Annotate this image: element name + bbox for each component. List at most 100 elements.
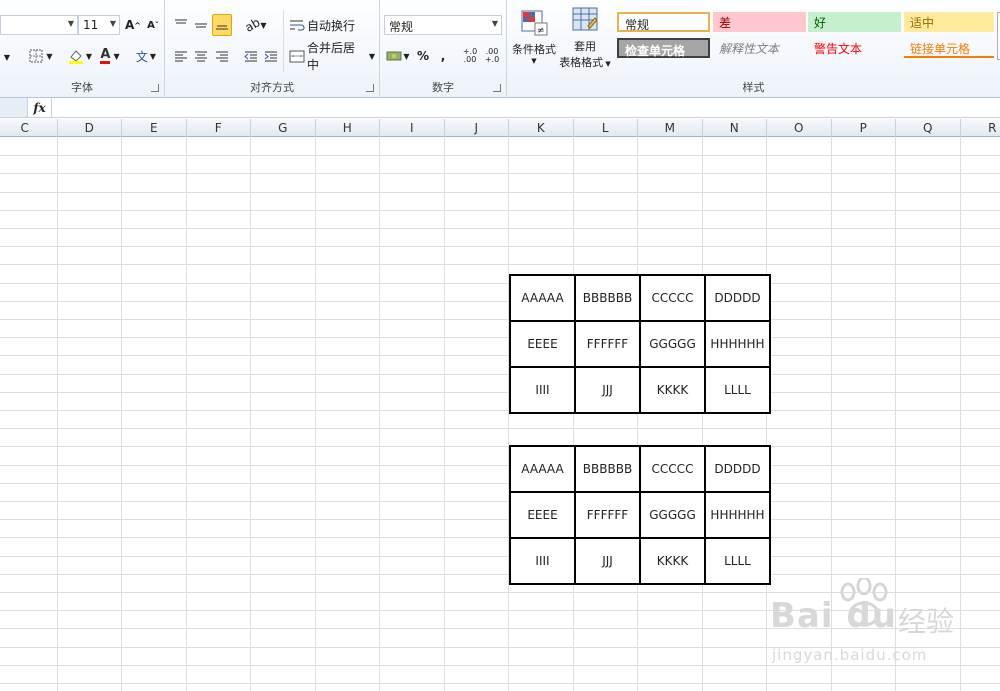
column-headers: CDEFGHIJKLMNOPQR	[0, 119, 1000, 137]
column-header-e[interactable]: E	[122, 119, 187, 137]
column-header-r[interactable]: R	[961, 119, 1000, 137]
table-cell[interactable]: HHHHHH	[704, 320, 771, 368]
column-header-n[interactable]: N	[703, 119, 767, 137]
grid-row-line	[0, 283, 1000, 284]
style-check-cell[interactable]: 检查单元格	[617, 38, 710, 58]
align-left-button[interactable]	[171, 46, 191, 66]
table-cell[interactable]: LLLL	[704, 537, 771, 585]
table-cell[interactable]: FFFFFF	[574, 320, 641, 368]
column-header-q[interactable]: Q	[896, 119, 961, 137]
dialog-launcher-icon[interactable]: .	[366, 84, 374, 92]
watermark-cn: 经验	[898, 605, 955, 638]
column-header-h[interactable]: H	[316, 119, 380, 137]
table-cell[interactable]: DDDDD	[704, 274, 771, 322]
grid-row-line	[0, 519, 1000, 520]
decrease-indent-icon	[244, 51, 257, 62]
font-size-combo[interactable]: 11 ▼	[78, 15, 120, 35]
grid-row-line	[0, 173, 1000, 174]
column-header-c[interactable]: C	[0, 119, 58, 137]
column-header-g[interactable]: G	[251, 119, 316, 137]
align-right-button[interactable]	[212, 46, 232, 66]
table-cell[interactable]: KKKK	[639, 366, 706, 414]
column-header-d[interactable]: D	[58, 119, 122, 137]
column-header-j[interactable]: J	[445, 119, 509, 137]
wrap-text-button[interactable]: 自动换行	[289, 14, 361, 36]
column-header-f[interactable]: F	[187, 119, 251, 137]
increase-indent-button[interactable]	[261, 46, 281, 66]
style-explanatory[interactable]: 解释性文本	[713, 38, 806, 58]
table-cell[interactable]: JJJ	[574, 537, 641, 585]
decrease-indent-button[interactable]	[241, 46, 261, 66]
percent-button[interactable]: %	[414, 46, 432, 66]
table-cell[interactable]: IIII	[509, 366, 576, 414]
comma-button[interactable]: ,	[436, 46, 450, 66]
table-cell[interactable]: KKKK	[639, 537, 706, 585]
decrease-decimal-button[interactable]: .00 +.0	[482, 46, 502, 66]
align-top-button[interactable]	[171, 14, 191, 36]
name-box[interactable]	[0, 98, 28, 117]
column-header-m[interactable]: M	[638, 119, 703, 137]
increase-decimal-button[interactable]: +.0 .00	[460, 46, 480, 66]
font-name-combo[interactable]: ▼	[0, 15, 78, 35]
fill-color-button[interactable]: ▼	[66, 46, 94, 66]
formula-input[interactable]	[52, 98, 1000, 117]
orientation-button[interactable]: ab ▼	[243, 14, 269, 36]
border-button[interactable]: ▼	[26, 46, 56, 66]
table-cell[interactable]: JJJ	[574, 366, 641, 414]
grid-column-line	[56, 137, 58, 691]
dialog-launcher-icon[interactable]: .	[493, 84, 501, 92]
insert-function-button[interactable]: fx	[28, 98, 52, 117]
table-cell[interactable]: BBBBBB	[574, 274, 641, 322]
table-cell[interactable]: HHHHHH	[704, 491, 771, 539]
styles-group: ≠ 条件格式 ▼ 套用 表格格式 ▼ 常规 差 好 适中 检查单元格 解释性文本…	[507, 0, 1000, 98]
grid-row-line	[0, 574, 1000, 575]
merge-center-button[interactable]: 合并后居中 ▼	[289, 41, 375, 72]
number-format-combo[interactable]: 常规 ▼	[384, 15, 502, 35]
shrink-font-button[interactable]: Aˇ	[144, 15, 162, 35]
align-middle-button[interactable]	[191, 14, 211, 36]
grid-column-line	[637, 137, 638, 691]
align-left-icon	[175, 51, 187, 62]
table-cell[interactable]: DDDDD	[704, 445, 771, 493]
align-bottom-button[interactable]	[212, 14, 232, 36]
dialog-launcher-icon[interactable]: .	[151, 84, 159, 92]
column-header-l[interactable]: L	[574, 119, 638, 137]
phonetic-button[interactable]: 文 ▼	[132, 46, 160, 66]
style-normal[interactable]: 常规	[617, 12, 710, 32]
table-cell[interactable]: EEEE	[509, 491, 576, 539]
align-center-button[interactable]	[191, 46, 211, 66]
table-cell[interactable]: EEEE	[509, 320, 576, 368]
table-cell[interactable]: FFFFFF	[574, 491, 641, 539]
table-cell[interactable]: AAAAA	[509, 274, 576, 322]
styles-group-label: 样式	[742, 81, 765, 94]
watermark-brand: Bai du	[770, 596, 897, 636]
column-header-i[interactable]: I	[380, 119, 445, 137]
style-warning[interactable]: 警告文本	[808, 38, 901, 58]
table-cell[interactable]: GGGGG	[639, 491, 706, 539]
style-bad[interactable]: 差	[713, 12, 806, 32]
table-cell[interactable]: LLLL	[704, 366, 771, 414]
style-good[interactable]: 好	[808, 12, 901, 32]
format-as-table-button[interactable]: 套用 表格格式 ▼	[559, 6, 611, 70]
increase-indent-icon	[264, 51, 277, 62]
font-color-icon: A	[100, 46, 111, 64]
accounting-format-button[interactable]: ▼	[384, 46, 412, 66]
font-color-button[interactable]: A ▼	[96, 46, 124, 66]
grid-row-line	[0, 537, 1000, 538]
table-cell[interactable]: CCCCC	[639, 445, 706, 493]
conditional-format-button[interactable]: ≠ 条件格式 ▼	[509, 6, 559, 68]
column-header-p[interactable]: P	[832, 119, 896, 137]
chevron-down-icon[interactable]: ▼	[2, 48, 12, 66]
column-header-k[interactable]: K	[509, 119, 574, 137]
style-neutral[interactable]: 适中	[904, 12, 994, 32]
column-header-o[interactable]: O	[767, 119, 832, 137]
table-cell[interactable]: CCCCC	[639, 274, 706, 322]
grow-font-button[interactable]: A ^	[124, 15, 142, 35]
table-cell[interactable]: BBBBBB	[574, 445, 641, 493]
grid-row-line	[0, 683, 1000, 684]
style-linked-cell[interactable]: 链接单元格	[904, 38, 994, 58]
grid-column-line	[443, 137, 445, 691]
table-cell[interactable]: AAAAA	[509, 445, 576, 493]
table-cell[interactable]: IIII	[509, 537, 576, 585]
table-cell[interactable]: GGGGG	[639, 320, 706, 368]
